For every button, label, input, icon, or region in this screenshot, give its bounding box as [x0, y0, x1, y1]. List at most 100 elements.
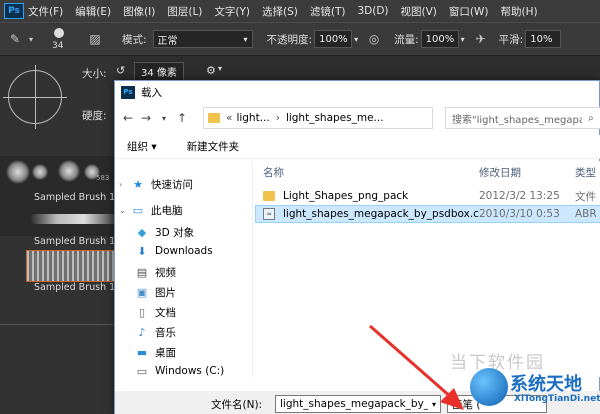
hardness-label: 硬度: — [82, 110, 107, 122]
new-folder-button[interactable]: 新建文件夹 — [187, 139, 240, 154]
brush-stroke-preview[interactable] — [26, 250, 120, 282]
tree-item-quick-access[interactable]: › ★ 快速访问 — [119, 177, 193, 192]
file-type: ABR — [575, 208, 597, 220]
tree-item-3d-objects[interactable]: ◆ 3D 对象 — [135, 225, 194, 240]
folder-icon — [208, 113, 220, 123]
folder-icon — [263, 191, 275, 201]
organize-button[interactable]: 组织 ▾ — [127, 139, 157, 154]
opacity-input[interactable]: 100% — [314, 30, 353, 48]
reset-size-icon[interactable]: ↺ — [116, 64, 125, 77]
file-date: 2010/3/10 0:53 — [479, 208, 560, 220]
brush-angle-icon[interactable] — [3, 65, 67, 129]
menu-edit[interactable]: 编辑(E) — [75, 4, 111, 19]
brush-tool-icon[interactable]: ✎ — [4, 32, 26, 46]
breadcrumb-separator: › — [275, 112, 280, 124]
column-header-name[interactable]: 名称 — [263, 161, 284, 183]
brush-name-label: Sampled Brush 1 5 — [34, 192, 125, 203]
tree-item-desktop[interactable]: ▬ 桌面 — [135, 345, 176, 360]
search-input[interactable]: 搜索"light_shapes_megapa... ⌕ — [445, 107, 600, 129]
brush-preset-thumb[interactable] — [32, 164, 48, 180]
pressure-opacity-icon[interactable]: ◎ — [364, 32, 384, 46]
chevron-down-icon[interactable]: ▾ — [461, 35, 465, 44]
chevron-down-icon: ▾ — [243, 34, 248, 44]
tree-item-windows-c[interactable]: ▭ Windows (C:) — [135, 364, 224, 378]
brush-panel-toggle-icon[interactable]: ▨ — [84, 32, 106, 46]
document-icon: ▯ — [138, 306, 146, 319]
search-icon[interactable]: ⌕ — [582, 113, 600, 124]
options-bar: ✎ ▾ 34 ▨ 模式: 正常 ▾ 不透明度: 100% ▾ ◎ 流量: 100… — [0, 22, 600, 56]
mode-label: 模式: — [122, 33, 147, 46]
flow-input-value: 100% — [425, 33, 455, 45]
file-date: 2012/3/2 13:25 — [479, 190, 560, 202]
brush-preset-picker[interactable]: 34 — [46, 24, 76, 54]
photoshop-logo-icon: Ps — [121, 85, 135, 99]
column-header-type[interactable]: 类型 — [575, 161, 596, 183]
menu-image[interactable]: 图像(I) — [123, 4, 155, 19]
tree-item-label: 视频 — [155, 267, 176, 279]
menu-file[interactable]: 文件(F) — [28, 4, 63, 19]
brush-preset-thumb[interactable] — [6, 160, 30, 184]
column-header-date[interactable]: 修改日期 — [479, 161, 521, 183]
address-bar[interactable]: « light... › light_shapes_me... — [203, 107, 433, 129]
abr-file-icon: ≈ — [263, 208, 275, 220]
brush-size-readout: 34 — [52, 41, 64, 51]
menu-type[interactable]: 文字(Y) — [214, 4, 250, 19]
brush-size-input[interactable]: 34 像素 — [134, 62, 184, 81]
smooth-input-value: 10% — [530, 33, 553, 45]
photoshop-logo-icon: Ps — [4, 3, 24, 19]
navigation-bar: ← → ▾ ↑ « light... › light_shapes_me... … — [115, 105, 600, 131]
menu-layer[interactable]: 图层(L) — [167, 4, 202, 19]
panel-divider — [0, 324, 120, 325]
tree-item-videos[interactable]: ▤ 视频 — [135, 265, 176, 280]
dialog-titlebar: Ps 载入 — [115, 81, 599, 103]
menu-filter[interactable]: 滤镜(T) — [310, 4, 346, 19]
tree-item-label: 快速访问 — [151, 179, 193, 191]
search-placeholder: 搜索"light_shapes_megapa... — [452, 114, 582, 126]
breadcrumb-overflow[interactable]: « — [226, 112, 232, 124]
expand-chevron-icon[interactable]: › — [119, 180, 131, 189]
tree-item-this-pc[interactable]: ⌄ ▭ 此电脑 — [119, 203, 183, 218]
desktop-icon: ▬ — [136, 346, 148, 359]
flow-input[interactable]: 100% — [420, 30, 459, 48]
gear-icon[interactable]: ⚙ — [206, 64, 216, 77]
tree-item-music[interactable]: ♪ 音乐 — [135, 325, 176, 340]
tree-item-label: 音乐 — [155, 327, 176, 339]
chevron-down-icon[interactable]: ▾ — [26, 35, 36, 44]
brush-stroke-preview[interactable] — [30, 214, 120, 224]
tree-item-label: 桌面 — [155, 347, 176, 359]
brush-preset-count: 583 — [96, 174, 110, 182]
chevron-down-icon[interactable]: ▾ — [354, 35, 358, 44]
dialog-toolbar: 组织 ▾ 新建文件夹 — [115, 135, 600, 159]
menu-view[interactable]: 视图(V) — [401, 4, 437, 19]
file-type: 文件 — [575, 190, 596, 203]
opacity-label: 不透明度: — [266, 33, 313, 46]
file-row-selected[interactable]: ≈ light_shapes_megapack_by_psdbox.c... 2… — [255, 205, 600, 223]
up-arrow-icon[interactable]: ↑ — [173, 111, 191, 125]
tree-item-pictures[interactable]: ▣ 图片 — [135, 285, 176, 300]
tree-item-label: 图片 — [155, 287, 176, 299]
menu-select[interactable]: 选择(S) — [262, 4, 298, 19]
forward-arrow-icon[interactable]: → — [137, 111, 155, 125]
star-icon: ★ — [133, 178, 143, 191]
drive-icon: ▭ — [136, 364, 148, 378]
tree-item-label: 此电脑 — [151, 205, 183, 217]
tree-item-label: Downloads — [155, 245, 213, 257]
breadcrumb-item[interactable]: light... — [236, 112, 269, 124]
tree-item-downloads[interactable]: ⬇ Downloads — [135, 245, 213, 258]
smooth-label: 平滑: — [498, 33, 524, 46]
menu-3d[interactable]: 3D(D) — [357, 5, 388, 17]
menu-window[interactable]: 窗口(W) — [449, 4, 489, 19]
navigation-tree: › ★ 快速访问 ⌄ ▭ 此电脑 ◆ 3D 对象 ⬇ Downloads ▤ 视… — [115, 161, 253, 377]
collapse-chevron-icon[interactable]: ⌄ — [119, 206, 131, 215]
airbrush-icon[interactable]: ✈ — [471, 32, 491, 46]
chevron-down-icon[interactable]: ▾ — [155, 114, 173, 123]
back-arrow-icon[interactable]: ← — [119, 111, 137, 125]
smooth-input[interactable]: 10% — [525, 30, 562, 48]
tree-item-documents[interactable]: ▯ 文档 — [135, 305, 176, 320]
music-icon: ♪ — [138, 326, 146, 339]
mode-select[interactable]: 正常 ▾ — [152, 30, 253, 48]
menu-help[interactable]: 帮助(H) — [501, 4, 538, 19]
file-row[interactable]: Light_Shapes_png_pack 2012/3/2 13:25 文件 — [255, 187, 600, 205]
breadcrumb-item[interactable]: light_shapes_me... — [286, 112, 384, 124]
brush-preset-thumb[interactable] — [58, 160, 80, 182]
